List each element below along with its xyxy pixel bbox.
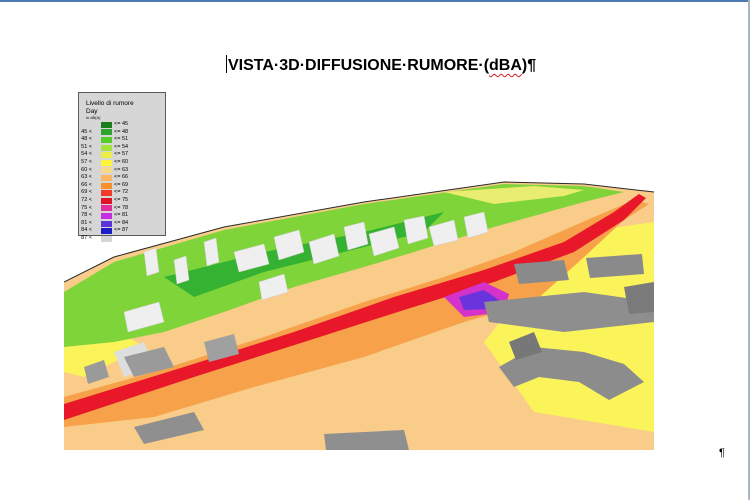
building-block-2	[514, 260, 569, 284]
legend-entry-upper: <= 57	[114, 151, 129, 158]
window-top-border	[0, 0, 750, 2]
legend-entry-lower: 45 <	[81, 128, 92, 135]
legend-entry-upper: <= 87	[114, 227, 129, 234]
legend-entry: 45 < <= 48	[81, 129, 165, 137]
legend-entry-lower: 87 <	[81, 234, 92, 241]
legend-entry: 81 < <= 84	[81, 220, 165, 228]
title-text-spellcheck: dBA	[489, 57, 522, 74]
legend-color-swatch	[101, 159, 112, 166]
legend-color-swatch	[101, 228, 112, 235]
legend-entry: 87 <	[81, 235, 165, 243]
legend-unit: in dB(A)	[86, 115, 101, 120]
legend-entry-upper: <= 81	[114, 212, 129, 219]
page-title[interactable]: VISTA·3D·DIFFUSIONE·RUMORE·(dBA)¶	[226, 55, 536, 75]
legend-title: Livello di rumore	[86, 100, 134, 107]
legend-color-swatch	[101, 136, 112, 143]
legend-entry-upper: <= 48	[114, 128, 129, 135]
title-text-end: )¶	[521, 57, 537, 74]
noise-legend: Livello di rumore Day in dB(A) <= 45 45 <…	[78, 92, 166, 242]
legend-entry-lower: 72 <	[81, 196, 92, 203]
legend-entry-upper: <= 78	[114, 204, 129, 211]
legend-entry-upper: <= 54	[114, 143, 129, 150]
text-cursor	[226, 55, 227, 73]
legend-entry-upper: <= 60	[114, 158, 129, 165]
legend-entry-lower: 66 <	[81, 181, 92, 188]
legend-color-swatch	[101, 190, 112, 197]
legend-color-swatch	[101, 220, 112, 227]
legend-entry-upper: <= 66	[114, 174, 129, 181]
legend-color-swatch	[101, 152, 112, 159]
legend-color-swatch	[101, 235, 112, 242]
legend-entry-lower: 78 <	[81, 212, 92, 219]
legend-color-swatch	[101, 144, 112, 151]
legend-entry-lower: 60 <	[81, 166, 92, 173]
building-block-3	[586, 254, 644, 278]
legend-color-swatch	[101, 167, 112, 174]
legend-entry: 69 < <= 72	[81, 189, 165, 197]
legend-entry-lower: 63 <	[81, 174, 92, 181]
legend-entry: 57 < <= 60	[81, 159, 165, 167]
legend-entry: 63 < <= 66	[81, 174, 165, 182]
legend-color-swatch	[101, 205, 112, 212]
legend-entry: 54 < <= 57	[81, 151, 165, 159]
legend-entry-lower: 81 <	[81, 219, 92, 226]
legend-entry-upper: <= 75	[114, 196, 129, 203]
legend-color-swatch	[101, 174, 112, 181]
legend-entry: 75 < <= 78	[81, 205, 165, 213]
legend-entry-lower: 54 <	[81, 151, 92, 158]
legend-entry-upper: <= 72	[114, 189, 129, 196]
legend-entry-lower: 75 <	[81, 204, 92, 211]
legend-entry: 84 < <= 87	[81, 227, 165, 235]
legend-entry-upper: <= 51	[114, 136, 129, 143]
legend-color-swatch	[101, 182, 112, 189]
legend-entry: 51 < <= 54	[81, 144, 165, 152]
legend-entry: 66 < <= 69	[81, 182, 165, 190]
legend-entry-lower: 51 <	[81, 143, 92, 150]
legend-entry-lower: 48 <	[81, 136, 92, 143]
legend-entry-upper: <= 63	[114, 166, 129, 173]
legend-entry: <= 45	[81, 121, 165, 129]
legend-entry: 78 < <= 81	[81, 212, 165, 220]
legend-entry-upper: <= 69	[114, 181, 129, 188]
title-text-start: VISTA·3D·DIFFUSIONE·RUMORE·(	[228, 57, 490, 74]
legend-rows: <= 45 45 < <= 48 48 < <= 51 51 < <= 54 54 < <= 5…	[81, 121, 165, 243]
legend-subtitle: Day	[86, 108, 98, 115]
legend-entry-upper: <= 84	[114, 219, 129, 226]
legend-color-swatch	[101, 197, 112, 204]
legend-entry-lower: 57 <	[81, 158, 92, 165]
legend-entry-lower: 84 <	[81, 227, 92, 234]
legend-color-swatch	[101, 129, 112, 136]
legend-entry: 48 < <= 51	[81, 136, 165, 144]
legend-color-swatch	[101, 212, 112, 219]
building-block-4	[624, 282, 654, 314]
legend-entry-upper: <= 45	[114, 121, 129, 127]
legend-entry: 60 < <= 63	[81, 167, 165, 175]
legend-entry-lower: 69 <	[81, 189, 92, 196]
paragraph-mark: ¶	[719, 447, 725, 459]
legend-entry: 72 < <= 75	[81, 197, 165, 205]
legend-color-swatch	[101, 121, 112, 128]
